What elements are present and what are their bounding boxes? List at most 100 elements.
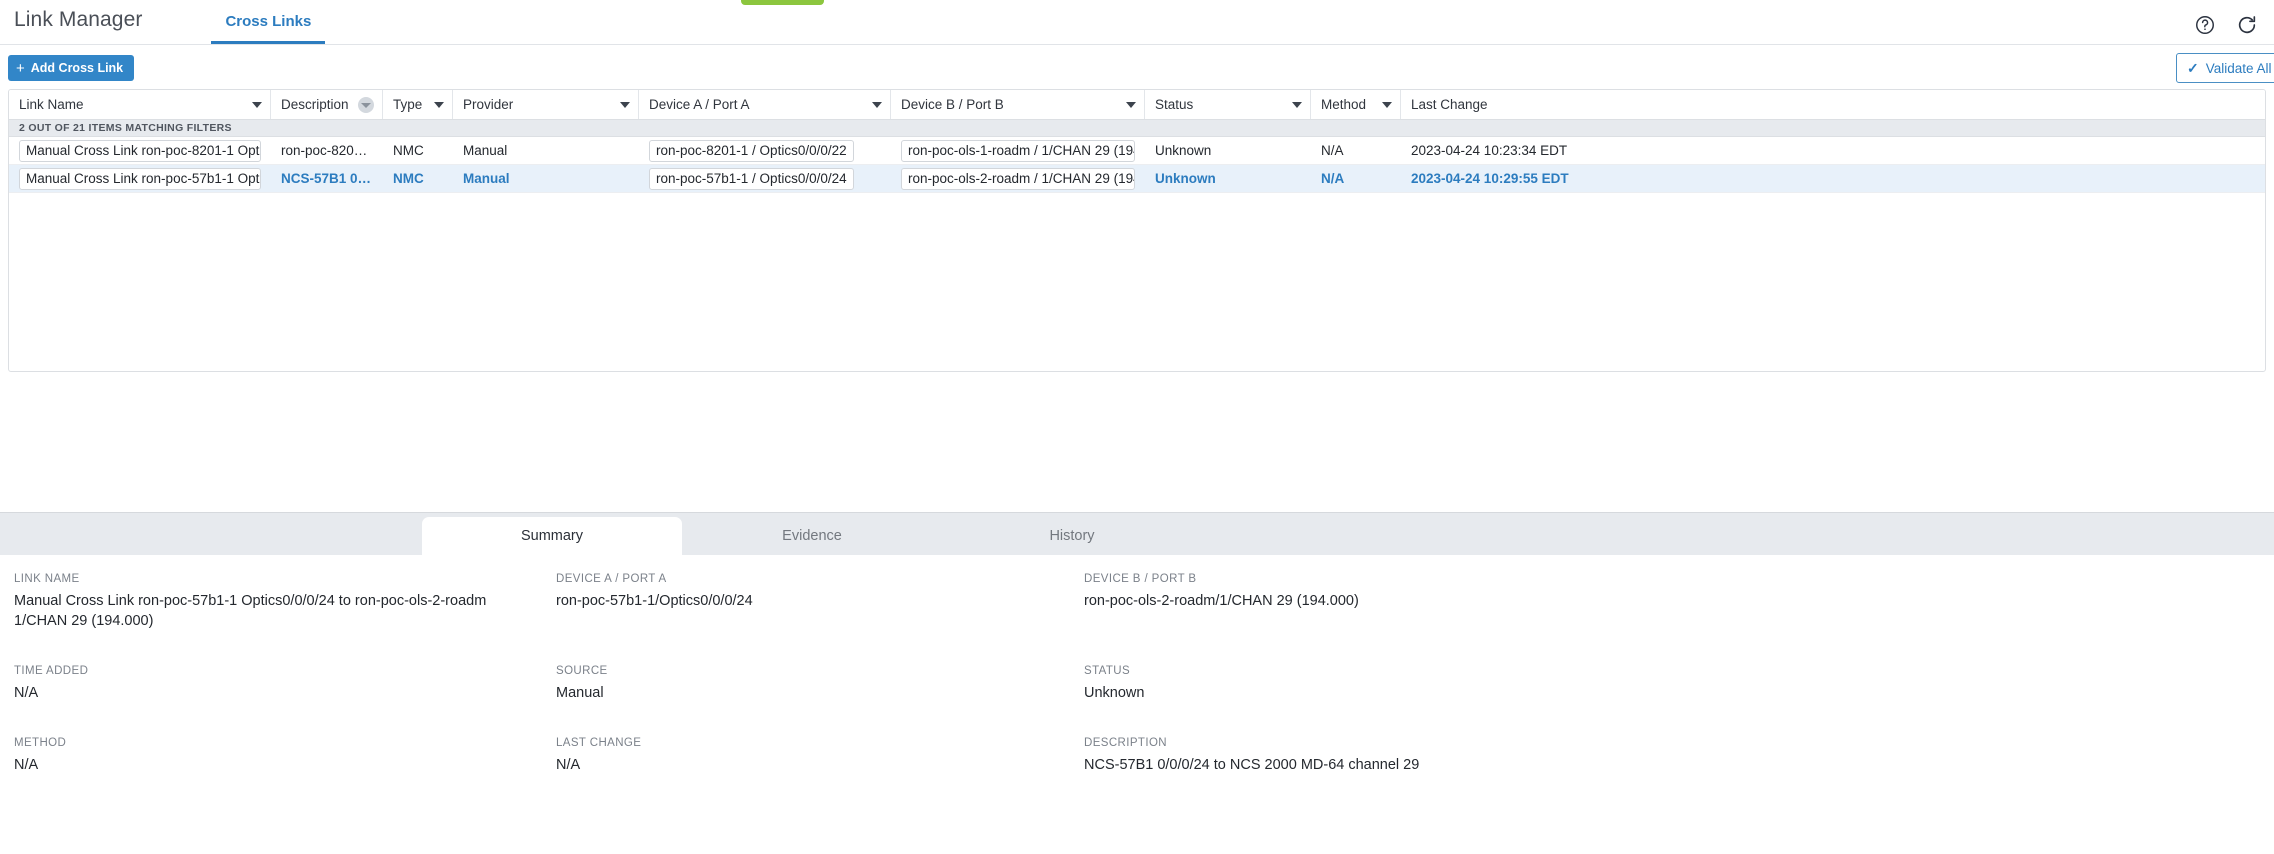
cell-value: Manual Cross Link ron-poc-8201-1 Optics0… xyxy=(19,139,261,162)
column-header-label: Status xyxy=(1155,97,1194,112)
check-icon: ✓ xyxy=(2187,59,2199,76)
time-added-value: N/A xyxy=(14,685,39,701)
column-header-description[interactable]: Description xyxy=(271,90,383,119)
filter-summary-text: 2 OUT OF 21 ITEMS MATCHING FILTERS xyxy=(19,122,232,134)
detail-row-2: TIME ADDED N/A SOURCE Manual STATUS Unkn… xyxy=(0,665,2274,703)
tab-history[interactable]: History xyxy=(942,517,1202,555)
cell-value: 2023-04-24 10:29:55 EDT xyxy=(1411,171,1569,186)
cell-value: NMC xyxy=(393,171,424,186)
cell-description: ron-poc-8201-1 … xyxy=(271,137,383,164)
cell-value: N/A xyxy=(1321,143,1344,158)
detail-field-method: METHOD N/A xyxy=(14,737,556,775)
column-header-last-change[interactable]: Last Change xyxy=(1401,90,1601,119)
chevron-down-icon-active[interactable] xyxy=(358,96,374,113)
cell-device-b: ron-poc-ols-1-roadm / 1/CHAN 29 (194.000… xyxy=(891,137,1145,164)
cell-value: ron-poc-ols-1-roadm / 1/CHAN 29 (194.000… xyxy=(901,139,1135,162)
cross-links-table: Link Name Description Type Provider Device A… xyxy=(8,89,2266,372)
column-header-label: Device A / Port A xyxy=(649,97,750,112)
chevron-down-icon[interactable] xyxy=(620,101,630,108)
add-cross-link-label: Add Cross Link xyxy=(30,61,124,75)
cell-value: ron-poc-8201-1 … xyxy=(281,143,373,158)
column-header-link-name[interactable]: Link Name xyxy=(9,90,271,119)
column-header-label: Type xyxy=(393,97,423,112)
detail-field-last-change: LAST CHANGE N/A xyxy=(556,737,1084,775)
cell-device-a: ron-poc-8201-1 / Optics0/0/0/22 xyxy=(639,137,891,164)
column-header-label: Provider xyxy=(463,97,514,112)
link-name-label: LINK NAME xyxy=(14,573,80,585)
chevron-down-icon[interactable] xyxy=(252,101,262,108)
device-a-label: DEVICE A / PORT A xyxy=(556,573,667,585)
cell-link-name: Manual Cross Link ron-poc-57b1-1 Optics0… xyxy=(9,165,271,192)
column-header-method[interactable]: Method xyxy=(1311,90,1401,119)
page-title: Link Manager xyxy=(14,8,143,31)
chevron-down-icon[interactable] xyxy=(1126,101,1136,108)
cell-device-a: ron-poc-57b1-1 / Optics0/0/0/24 xyxy=(639,165,891,192)
description-value: NCS-57B1 0/0/0/24 to NCS 2000 MD-64 chan… xyxy=(1084,757,1420,773)
cell-value: Manual xyxy=(463,171,510,186)
time-added-label: TIME ADDED xyxy=(14,665,89,677)
tab-cross-links[interactable]: Cross Links xyxy=(211,13,326,44)
last-change-label: LAST CHANGE xyxy=(556,737,642,749)
cell-value: Manual Cross Link ron-poc-57b1-1 Optics0… xyxy=(19,167,261,190)
cell-value: ron-poc-ols-2-roadm / 1/CHAN 29 (194.000… xyxy=(901,167,1135,190)
chevron-down-icon[interactable] xyxy=(872,101,882,108)
cell-value: ron-poc-57b1-1 / Optics0/0/0/24 xyxy=(649,167,854,190)
cell-value: Unknown xyxy=(1155,143,1212,158)
chevron-down-icon[interactable] xyxy=(1382,101,1392,108)
detail-body: LINK NAME Manual Cross Link ron-poc-57b1… xyxy=(0,555,2274,775)
detail-pane: Summary Evidence History LINK NAME Manua… xyxy=(0,512,2274,854)
tab-evidence[interactable]: Evidence xyxy=(682,517,942,555)
detail-field-description: DESCRIPTION NCS-57B1 0/0/0/24 to NCS 200… xyxy=(1084,737,2084,775)
filter-summary-bar: 2 OUT OF 21 ITEMS MATCHING FILTERS xyxy=(9,120,2265,137)
method-label: METHOD xyxy=(14,737,67,749)
method-value: N/A xyxy=(14,757,39,773)
column-header-label: Description xyxy=(281,97,349,112)
column-header-type[interactable]: Type xyxy=(383,90,453,119)
refresh-icon[interactable] xyxy=(2236,14,2258,36)
tab-summary[interactable]: Summary xyxy=(422,517,682,555)
cell-status: Unknown xyxy=(1145,165,1311,192)
cell-provider: Manual xyxy=(453,165,639,192)
cell-link-name: Manual Cross Link ron-poc-8201-1 Optics0… xyxy=(9,137,271,164)
column-header-device-b-port-b[interactable]: Device B / Port B xyxy=(891,90,1145,119)
device-b-value: ron-poc-ols-2-roadm/1/CHAN 29 (194.000) xyxy=(1084,593,1359,609)
detail-row-3: METHOD N/A LAST CHANGE N/A DESCRIPTION N… xyxy=(0,737,2274,775)
column-header-device-a-port-a[interactable]: Device A / Port A xyxy=(639,90,891,119)
chevron-down-icon[interactable] xyxy=(434,101,444,108)
cell-type: NMC xyxy=(383,137,453,164)
cell-value: Manual xyxy=(463,143,508,158)
detail-field-device-b: DEVICE B / PORT B ron-poc-ols-2-roadm/1/… xyxy=(1084,573,2084,631)
cell-value: 2023-04-24 10:23:34 EDT xyxy=(1411,143,1568,158)
validate-all-manual-button[interactable]: ✓ Validate All Manual xyxy=(2176,53,2274,83)
detail-row-1: LINK NAME Manual Cross Link ron-poc-57b1… xyxy=(0,573,2274,631)
chevron-down-icon[interactable] xyxy=(1292,101,1302,108)
last-change-value: N/A xyxy=(556,757,581,773)
column-header-label: Device B / Port B xyxy=(901,97,1004,112)
cell-status: Unknown xyxy=(1145,137,1311,164)
table-header-row: Link Name Description Type Provider Device A… xyxy=(9,90,2265,120)
column-header-label: Link Name xyxy=(19,97,84,112)
cell-device-b: ron-poc-ols-2-roadm / 1/CHAN 29 (194.000… xyxy=(891,165,1145,192)
status-label: STATUS xyxy=(1084,665,1131,677)
detail-field-time-added: TIME ADDED N/A xyxy=(14,665,556,703)
cell-value: Unknown xyxy=(1155,171,1216,186)
column-header-status[interactable]: Status xyxy=(1145,90,1311,119)
status-value: Unknown xyxy=(1084,685,1145,701)
table-row[interactable]: Manual Cross Link ron-poc-8201-1 Optics0… xyxy=(9,137,2265,165)
cell-type: NMC xyxy=(383,165,453,192)
column-header-provider[interactable]: Provider xyxy=(453,90,639,119)
detail-field-source: SOURCE Manual xyxy=(556,665,1084,703)
cell-value: ron-poc-8201-1 / Optics0/0/0/22 xyxy=(649,139,854,162)
table-row[interactable]: Manual Cross Link ron-poc-57b1-1 Optics0… xyxy=(9,165,2265,193)
detail-field-status: STATUS Unknown xyxy=(1084,665,2084,703)
column-header-label: Last Change xyxy=(1411,97,1488,112)
detail-field-link-name: LINK NAME Manual Cross Link ron-poc-57b1… xyxy=(14,573,556,631)
description-label: DESCRIPTION xyxy=(1084,737,1167,749)
cell-method: N/A xyxy=(1311,165,1401,192)
detail-tab-strip: Summary Evidence History xyxy=(0,513,2274,555)
source-value: Manual xyxy=(556,685,604,701)
help-icon[interactable] xyxy=(2194,14,2216,36)
add-cross-link-button[interactable]: + Add Cross Link xyxy=(8,55,135,81)
link-name-value: Manual Cross Link ron-poc-57b1-1 Optics0… xyxy=(14,593,487,629)
notification-toast xyxy=(741,0,824,5)
